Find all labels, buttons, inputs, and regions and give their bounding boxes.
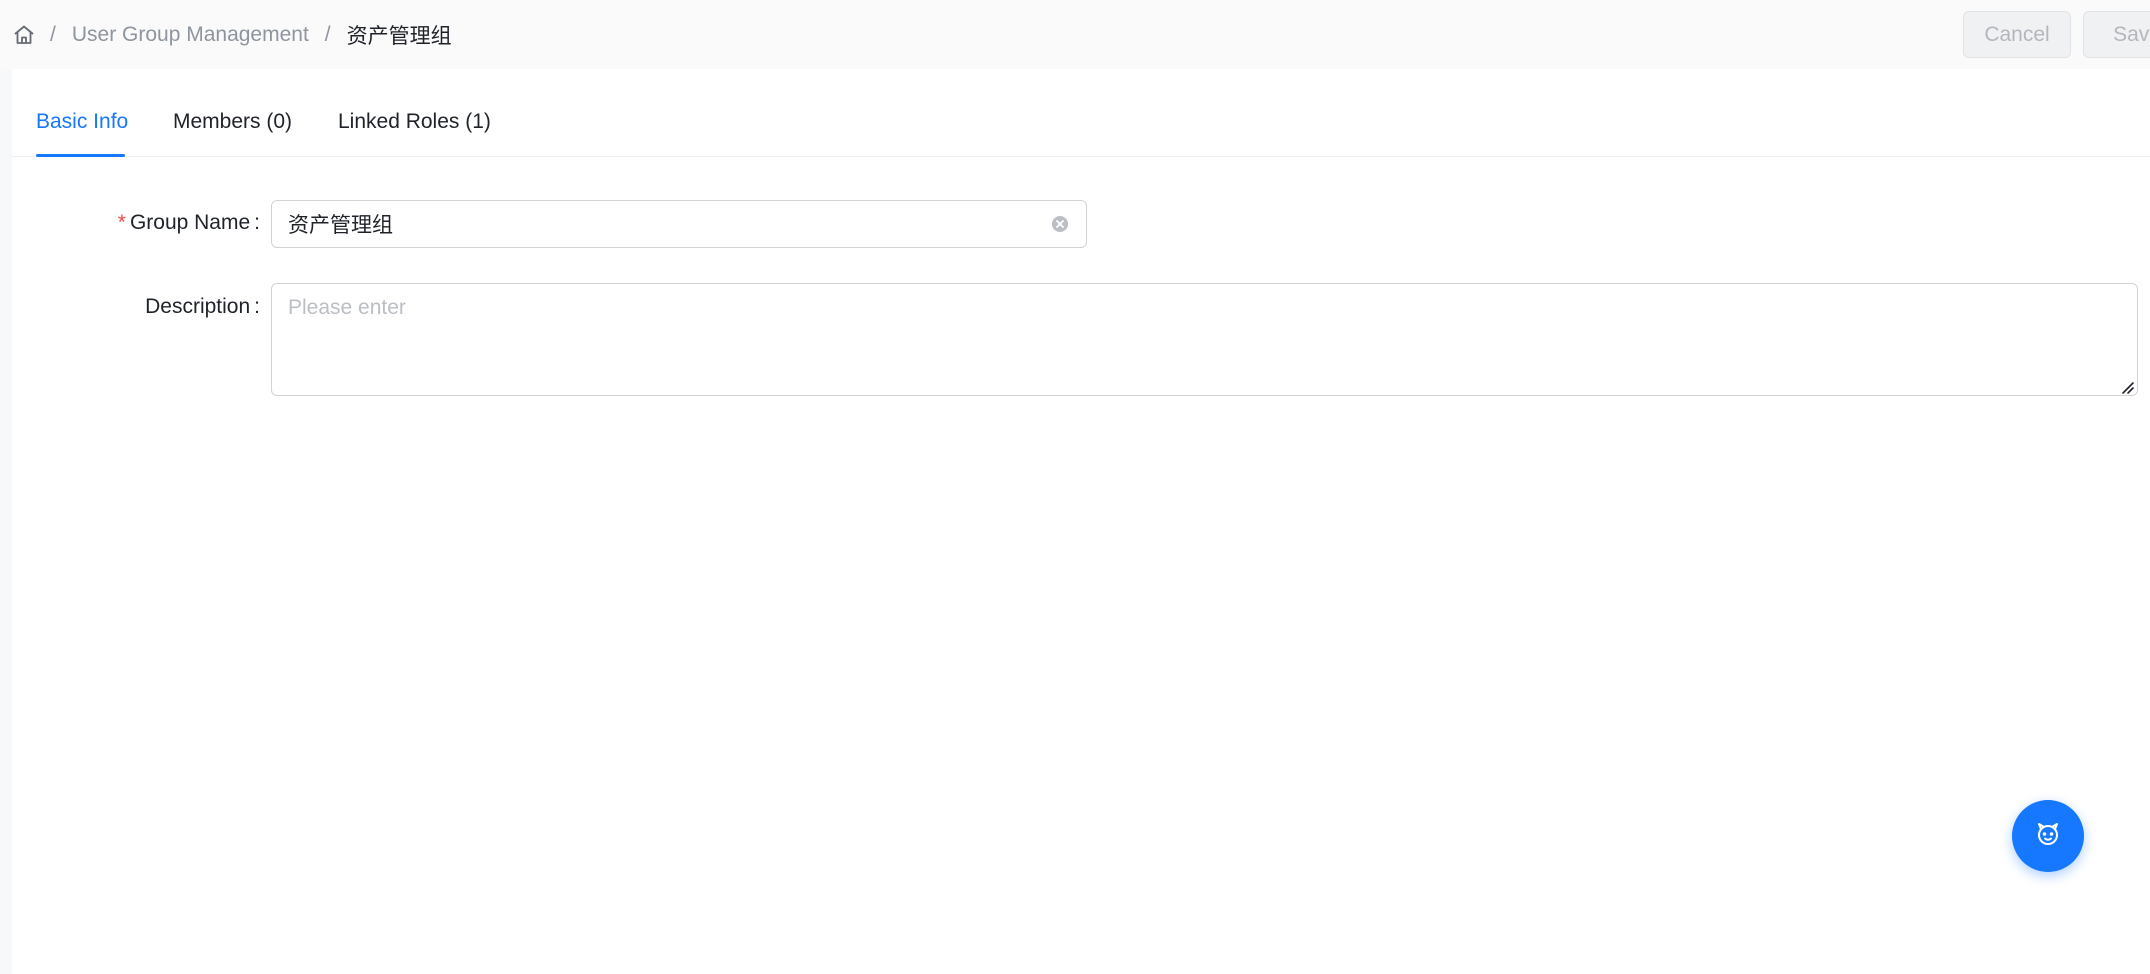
label-colon: :: [254, 295, 260, 318]
group-name-label-text: Group Name: [129, 211, 251, 234]
description-placeholder: Please enter: [288, 296, 406, 319]
breadcrumb-separator: /: [324, 23, 331, 46]
description-label-text: Description: [145, 295, 251, 318]
active-tab-indicator: [36, 154, 125, 157]
description-label: Description:: [145, 295, 260, 319]
breadcrumb-user-group-management[interactable]: User Group Management: [72, 23, 309, 47]
breadcrumb-separator: /: [50, 23, 56, 46]
group-name-label: * Group Name:: [118, 211, 260, 235]
home-icon[interactable]: [12, 23, 36, 47]
save-button[interactable]: Save: [2083, 11, 2150, 58]
close-circle-icon[interactable]: [1050, 214, 1070, 234]
assistant-float-button[interactable]: [2012, 800, 2084, 872]
cancel-button[interactable]: Cancel: [1963, 11, 2071, 58]
breadcrumb: / User Group Management / 资产管理组: [12, 20, 452, 50]
breadcrumb-current-group: 资产管理组: [346, 25, 452, 48]
label-colon: :: [254, 211, 260, 234]
tab-basic-info[interactable]: Basic Info: [36, 110, 128, 134]
assistant-face-icon: [2033, 819, 2063, 854]
description-textarea[interactable]: Please enter: [271, 283, 2138, 396]
required-mark: *: [117, 211, 126, 234]
tab-members[interactable]: Members (0): [173, 110, 292, 134]
resize-handle-icon[interactable]: [2119, 377, 2135, 394]
tab-bar: Basic Info Members (0) Linked Roles (1): [12, 69, 2150, 157]
top-bar: / User Group Management / 资产管理组 Cancel S…: [0, 0, 2150, 69]
group-name-value: 资产管理组: [288, 214, 393, 237]
tab-linked-roles[interactable]: Linked Roles (1): [338, 110, 491, 134]
main-card: Basic Info Members (0) Linked Roles (1) …: [12, 69, 2150, 974]
group-name-input[interactable]: 资产管理组: [271, 200, 1087, 248]
